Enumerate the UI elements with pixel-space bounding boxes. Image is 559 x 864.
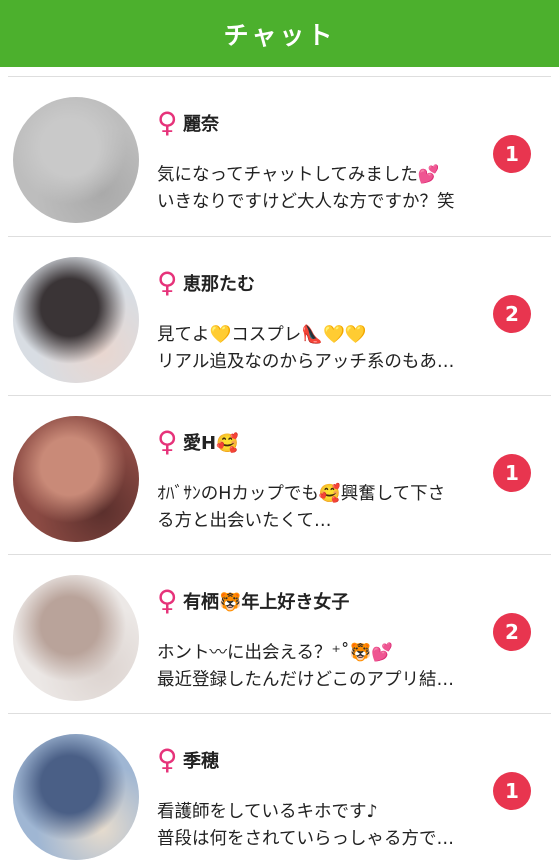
message-line: る方と出会いたくて… xyxy=(157,511,332,531)
female-icon: ♀ xyxy=(157,106,178,139)
chat-item[interactable]: ♀ 季穂 看護師をしているキホです♪ 普段は何をされていらっしゃる方で… 1 xyxy=(8,713,551,864)
avatar-image xyxy=(13,734,139,860)
name-row: ♀ 有栖🐯年上好き女子 xyxy=(157,585,485,617)
unread-badge: 2 xyxy=(493,613,531,651)
user-name: 愛H🥰 xyxy=(183,433,239,454)
user-name: 有栖🐯年上好き女子 xyxy=(183,592,350,613)
name-row: ♀ 恵那たむ xyxy=(157,267,485,299)
name-row: ♀ 季穂 xyxy=(157,744,485,776)
chat-item[interactable]: ♀ 恵那たむ 見てよ💛コスプレ👠💛💛 リアル追及なのからアッチ系のもあ… 2 xyxy=(8,236,551,395)
chat-item[interactable]: ♀ 麗奈 気になってチャットしてみました💕 いきなりですけど大人な方ですか？笑 … xyxy=(0,77,559,236)
female-icon: ♀ xyxy=(157,266,178,299)
chat-content: ♀ 愛H🥰 ｵﾊﾞｻﾝのHカップでも🥰興奮して下さ る方と出会いたくて… xyxy=(157,426,485,535)
page-title: チャット xyxy=(223,20,336,50)
unread-badge: 2 xyxy=(493,295,531,333)
user-name: 恵那たむ xyxy=(183,274,255,295)
chat-content: ♀ 恵那たむ 見てよ💛コスプレ👠💛💛 リアル追及なのからアッチ系のもあ… xyxy=(157,267,485,376)
female-icon: ♀ xyxy=(157,584,178,617)
avatar[interactable] xyxy=(13,734,139,860)
avatar-image xyxy=(13,416,139,542)
header-spacer xyxy=(0,67,559,76)
message-preview: 気になってチャットしてみました💕 いきなりですけど大人な方ですか？笑 xyxy=(157,162,485,216)
avatar-image xyxy=(13,97,139,223)
chat-item[interactable]: ♀ 愛H🥰 ｵﾊﾞｻﾝのHカップでも🥰興奮して下さ る方と出会いたくて… 1 xyxy=(8,395,551,554)
chat-list: ♀ 麗奈 気になってチャットしてみました💕 いきなりですけど大人な方ですか？笑 … xyxy=(0,77,559,864)
unread-badge: 1 xyxy=(493,135,531,173)
user-name: 麗奈 xyxy=(183,114,219,135)
message-preview: ホント〰に出会える？⁺˚🐯💕 最近登録したんだけどこのアプリ結… xyxy=(157,640,485,694)
avatar[interactable] xyxy=(13,97,139,223)
message-line: 看護師をしているキホです♪ xyxy=(157,802,378,822)
unread-badge: 1 xyxy=(493,772,531,810)
user-name: 季穂 xyxy=(183,751,219,772)
message-preview: ｵﾊﾞｻﾝのHカップでも🥰興奮して下さ る方と出会いたくて… xyxy=(157,481,485,535)
avatar-image xyxy=(13,257,139,383)
message-preview: 看護師をしているキホです♪ 普段は何をされていらっしゃる方で… xyxy=(157,799,485,853)
unread-badge: 1 xyxy=(493,454,531,492)
message-line: 普段は何をされていらっしゃる方で… xyxy=(157,829,454,849)
message-line: 気になってチャットしてみました💕 xyxy=(157,165,440,185)
message-line: 見てよ💛コスプレ👠💛💛 xyxy=(157,325,367,345)
message-line: いきなりですけど大人な方ですか？笑 xyxy=(157,192,455,212)
name-row: ♀ 愛H🥰 xyxy=(157,426,485,458)
message-line: 最近登録したんだけどこのアプリ結… xyxy=(157,670,454,690)
message-line: リアル追及なのからアッチ系のもあ… xyxy=(157,352,455,372)
female-icon: ♀ xyxy=(157,743,178,776)
chat-content: ♀ 季穂 看護師をしているキホです♪ 普段は何をされていらっしゃる方で… xyxy=(157,744,485,853)
name-row: ♀ 麗奈 xyxy=(157,107,485,139)
avatar-image xyxy=(13,575,139,701)
chat-content: ♀ 麗奈 気になってチャットしてみました💕 いきなりですけど大人な方ですか？笑 xyxy=(157,107,485,216)
message-line: ホント〰に出会える？⁺˚🐯💕 xyxy=(157,643,394,663)
message-preview: 見てよ💛コスプレ👠💛💛 リアル追及なのからアッチ系のもあ… xyxy=(157,322,485,376)
female-icon: ♀ xyxy=(157,425,178,458)
message-line: ｵﾊﾞｻﾝのHカップでも🥰興奮して下さ xyxy=(157,484,446,504)
avatar[interactable] xyxy=(13,416,139,542)
avatar[interactable] xyxy=(13,257,139,383)
chat-item[interactable]: ♀ 有栖🐯年上好き女子 ホント〰に出会える？⁺˚🐯💕 最近登録したんだけどこのア… xyxy=(8,554,551,713)
app-header: チャット xyxy=(0,0,559,67)
chat-content: ♀ 有栖🐯年上好き女子 ホント〰に出会える？⁺˚🐯💕 最近登録したんだけどこのア… xyxy=(157,585,485,694)
avatar[interactable] xyxy=(13,575,139,701)
